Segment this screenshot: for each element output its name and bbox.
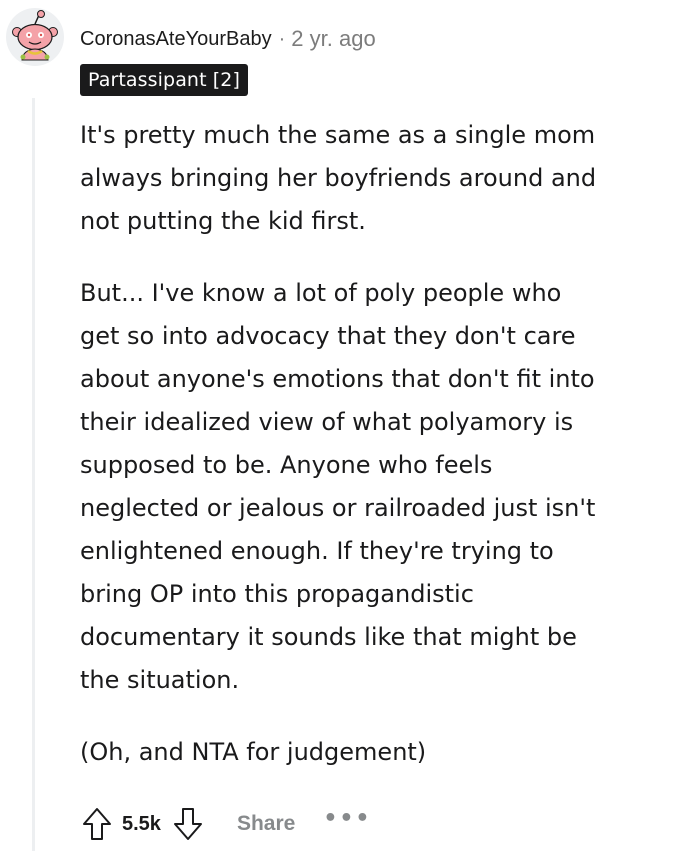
username-link[interactable]: CoronasAteYourBaby [80,28,272,51]
comment-body: It's pretty much the same as a single mo… [80,114,690,803]
snoo-avatar-icon[interactable] [6,8,64,66]
text-line: always bringing her boyfriends around an… [80,164,597,192]
text-line: documentary it sounds like that might be [80,623,577,651]
comment: CoronasAteYourBaby · 2 yr. ago Partassip… [0,0,700,851]
text-line: get so into advocacy that they don't car… [80,322,576,350]
text-line: It's pretty much the same as a single mo… [80,121,596,149]
paragraph: It's pretty much the same as a single mo… [80,114,690,243]
text-line: enlightened enough. If they're trying to [80,537,554,565]
paragraph: But... I've know a lot of poly people wh… [80,272,690,702]
text-line: supposed to be. Anyone who feels [80,451,493,479]
downvote-arrow-icon[interactable] [169,804,207,844]
paragraph: (Oh, and NTA for judgement) [80,731,690,774]
text-line: not putting the kid first. [80,207,366,235]
text-line: (Oh, and NTA for judgement) [80,738,427,766]
thread-line[interactable] [32,98,35,851]
text-line: the situation. [80,666,240,694]
text-line: bring OP into this propagandistic [80,580,474,608]
more-options-icon[interactable]: ••• [323,806,371,831]
text-line: But... I've know a lot of poly people wh… [80,279,562,307]
text-line: their idealized view of what polyamory i… [80,408,574,436]
comment-actions: 5.5k Share ••• [78,802,372,846]
text-line: about anyone's emotions that don't fit i… [80,365,595,393]
timestamp[interactable]: 2 yr. ago [291,26,375,52]
user-flair-badge: Partassipant [2] [80,64,248,96]
comment-meta: CoronasAteYourBaby · 2 yr. ago [80,24,376,54]
share-button[interactable]: Share [237,812,295,836]
upvote-arrow-icon[interactable] [78,804,116,844]
text-line: neglected or jealous or railroaded just … [80,494,596,522]
meta-separator: · [278,27,286,50]
vote-score: 5.5k [122,812,161,835]
